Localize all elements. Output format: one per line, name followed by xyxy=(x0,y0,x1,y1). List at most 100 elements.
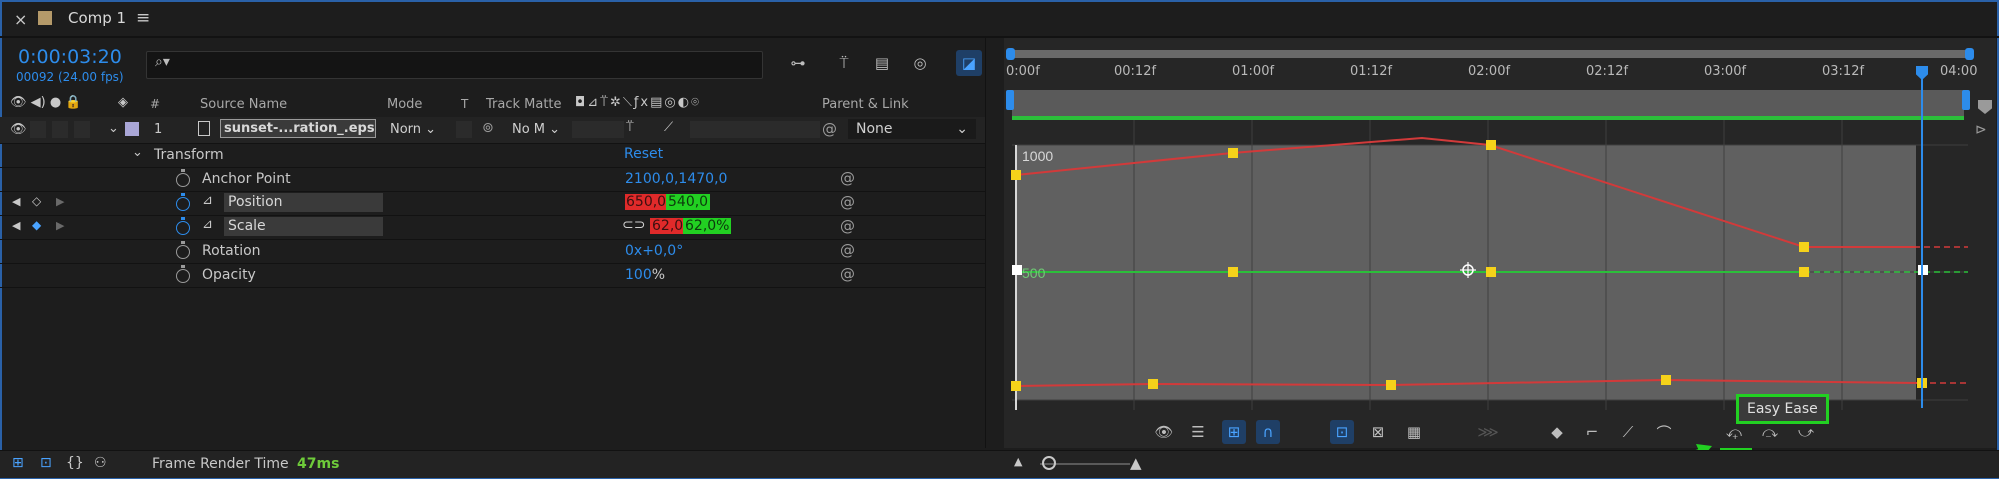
next-keyframe-icon[interactable]: ▶ xyxy=(56,219,64,232)
stopwatch-icon[interactable] xyxy=(176,217,190,235)
graph-toggle-icon[interactable]: ⊿ xyxy=(202,217,213,232)
keyframe-marker[interactable] xyxy=(1228,267,1238,277)
anchor-point-value[interactable]: 2100,0,1470,0 xyxy=(625,171,727,187)
navigator-end-handle[interactable] xyxy=(1965,48,1974,60)
current-time[interactable]: 0:00:03:20 xyxy=(18,46,122,68)
scale-y-value[interactable]: 62,0% xyxy=(683,218,732,234)
layer-row[interactable]: 👁 ⌄ 1 sunset-...ration_.eps Norn ⌄ ⊚ No … xyxy=(0,117,985,144)
position-x-value[interactable]: 650,0, xyxy=(625,194,672,210)
shy-switch-box[interactable] xyxy=(572,121,624,138)
edit-keyframe-icon[interactable]: ◆ xyxy=(1545,420,1569,444)
reset-link[interactable]: Reset xyxy=(624,146,663,162)
close-tab-icon[interactable]: × xyxy=(14,10,27,29)
toggle-stretch-icon[interactable]: ⚇ xyxy=(94,455,107,471)
frame-blending-icon[interactable]: ▤ xyxy=(870,51,894,75)
opacity-value[interactable]: 100 xyxy=(625,267,652,283)
collapse-switch-icon[interactable]: ⍡ xyxy=(626,120,634,135)
linear-keyframe-icon[interactable]: ⟋ xyxy=(1616,420,1640,444)
rotation-row[interactable]: Rotation 0x+0,0° @ xyxy=(0,239,985,264)
keyframe-diamond-icon[interactable]: ◆ xyxy=(32,218,41,232)
scale-row[interactable]: ◀ ◆ ▶ ⊿ Scale ⊂⊃ 62,0, 62,0% @ xyxy=(0,215,985,240)
auto-zoom-height-icon[interactable]: ⊡ xyxy=(1330,420,1354,444)
zoom-in-icon[interactable]: ▲ xyxy=(1130,454,1142,472)
keyframe-marker[interactable] xyxy=(1661,375,1671,385)
visibility-eye-icon[interactable]: 👁 xyxy=(10,122,27,137)
zoom-out-icon[interactable]: ▲ xyxy=(1014,455,1022,468)
work-area-end-handle[interactable] xyxy=(1962,90,1970,110)
prev-keyframe-icon[interactable]: ◀ xyxy=(12,195,20,208)
parent-pickwhip-icon[interactable]: @ xyxy=(822,120,837,138)
tab-menu-icon[interactable]: ≡ xyxy=(136,8,150,28)
keyframe-marker[interactable] xyxy=(1011,381,1021,391)
opacity-value-wrap[interactable]: 100% xyxy=(625,267,665,283)
comp-tab[interactable]: × Comp 1 ≡ xyxy=(0,8,170,34)
graph-options-icon[interactable]: ☰ xyxy=(1186,420,1210,444)
keyframe-marker[interactable] xyxy=(1799,267,1809,277)
graph-editor-icon[interactable]: ◪ xyxy=(956,50,982,76)
rotation-value[interactable]: 0x+0,0° xyxy=(625,243,683,259)
column-mode[interactable]: Mode xyxy=(387,97,422,112)
pin-icon[interactable]: ⊳ xyxy=(1975,122,1987,138)
stopwatch-icon[interactable] xyxy=(176,193,190,211)
toggle-switches-icon[interactable]: ⊞ xyxy=(12,455,24,471)
keyframe-marker[interactable] xyxy=(1799,242,1809,252)
position-row[interactable]: ◀ ◇ ▶ ⊿ Position 650,0, 540,0 @ xyxy=(0,191,985,216)
navigator-start-handle[interactable] xyxy=(1006,48,1015,60)
layer-label-swatch[interactable] xyxy=(125,122,139,136)
show-properties-icon[interactable]: 👁 xyxy=(1152,420,1176,444)
keyframe-marker[interactable] xyxy=(1486,140,1496,150)
transform-expand-icon[interactable]: ⌄ xyxy=(132,145,143,160)
work-area-bar[interactable] xyxy=(1012,90,1964,120)
stopwatch-icon[interactable] xyxy=(176,265,190,283)
keyframe-marker[interactable] xyxy=(1486,267,1496,277)
switch-box-t[interactable] xyxy=(456,121,472,138)
layer-name[interactable]: sunset-...ration_.eps xyxy=(220,119,376,138)
keyframe-marker[interactable] xyxy=(1148,379,1158,389)
mode-select[interactable]: Norn ⌄ xyxy=(390,122,436,137)
anchor-point-row[interactable]: Anchor Point 2100,0,1470,0 @ xyxy=(0,167,985,192)
keyframe-marker[interactable] xyxy=(1011,170,1021,180)
expression-spiral-icon[interactable]: @ xyxy=(840,265,855,283)
constrain-link-icon[interactable]: ⊂⊃ xyxy=(622,217,645,233)
snap-magnet-icon[interactable]: ∩ xyxy=(1256,420,1280,444)
toggle-in-out-icon[interactable]: {} xyxy=(66,455,84,471)
next-keyframe-icon[interactable]: ▶ xyxy=(56,195,64,208)
parent-select[interactable]: None ⌄ xyxy=(848,119,976,139)
toggle-modes-icon[interactable]: ⊡ xyxy=(40,455,52,471)
hold-keyframe-icon[interactable]: ⌐ xyxy=(1580,420,1604,444)
work-area-start-handle[interactable] xyxy=(1006,90,1014,110)
column-parent-link[interactable]: Parent & Link xyxy=(822,97,909,112)
switch-box-2[interactable] xyxy=(52,121,68,138)
current-time-indicator[interactable] xyxy=(1921,68,1923,408)
fit-all-icon[interactable]: ▦ xyxy=(1402,420,1426,444)
keyframe-marker[interactable] xyxy=(1228,148,1238,158)
navigator-bar[interactable] xyxy=(1006,48,1974,60)
shy-layers-icon[interactable]: ⍡ xyxy=(832,51,856,75)
expression-spiral-icon[interactable]: @ xyxy=(840,169,855,187)
column-track-matte[interactable]: Track Matte xyxy=(486,97,562,112)
opacity-row[interactable]: Opacity 100% @ xyxy=(0,263,985,288)
search-input[interactable]: ⌕▾ xyxy=(146,51,763,79)
stopwatch-icon[interactable] xyxy=(176,169,190,187)
quality-switch-icon[interactable]: ⟋ xyxy=(664,120,673,135)
transform-box-icon[interactable]: ⊞ xyxy=(1222,420,1246,444)
transform-row[interactable]: ⌄ Transform Reset xyxy=(0,143,985,168)
value-graph[interactable]: 1000 500 xyxy=(1012,120,1968,410)
fit-selection-icon[interactable]: ⊠ xyxy=(1366,420,1390,444)
prev-keyframe-icon[interactable]: ◀ xyxy=(12,219,20,232)
position-y-value[interactable]: 540,0 xyxy=(666,194,711,210)
add-keyframe-icon[interactable]: ◇ xyxy=(32,194,41,208)
column-source-name[interactable]: Source Name xyxy=(200,97,287,112)
switch-box-fx[interactable] xyxy=(690,121,820,138)
expression-spiral-icon[interactable]: @ xyxy=(840,217,855,235)
track-matte-select[interactable]: No M ⌄ xyxy=(512,122,560,137)
expand-chevron-icon[interactable]: ⌄ xyxy=(108,121,119,136)
matte-link-icon[interactable]: ⊚ xyxy=(482,120,494,136)
graph-toggle-icon[interactable]: ⊿ xyxy=(202,193,213,208)
stopwatch-icon[interactable] xyxy=(176,241,190,259)
flowchart-icon[interactable]: ⊶ xyxy=(786,51,810,75)
zoom-slider-handle[interactable] xyxy=(1042,456,1056,470)
switch-box-1[interactable] xyxy=(30,121,46,138)
expression-spiral-icon[interactable]: @ xyxy=(840,241,855,259)
expression-spiral-icon[interactable]: @ xyxy=(840,193,855,211)
